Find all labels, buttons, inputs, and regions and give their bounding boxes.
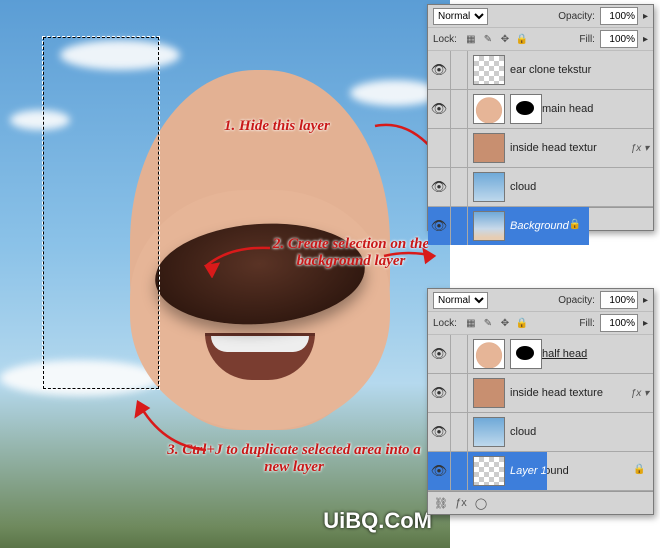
layer-row[interactable]: 👁 cloud bbox=[428, 168, 653, 207]
layer-name[interactable]: cloud bbox=[510, 426, 653, 438]
visibility-toggle[interactable]: 👁 bbox=[428, 51, 451, 89]
layer-name[interactable]: ear clone tekstur bbox=[510, 64, 653, 76]
visibility-toggle[interactable]: 👁 bbox=[428, 413, 451, 451]
lock-paint-icon: ✎ bbox=[481, 316, 495, 330]
layer-name[interactable]: Background bbox=[510, 220, 569, 232]
layers-panel-2: Normal Opacity: ▸ Lock: ▦✎✥🔒 Fill: ▸ 👁ha… bbox=[427, 288, 654, 515]
layer-thumbnail bbox=[473, 417, 505, 447]
dropdown-icon[interactable]: ▸ bbox=[643, 34, 648, 45]
layer-row[interactable]: inside head textur ƒx ▾ bbox=[428, 129, 653, 168]
layer-name[interactable]: Layer 1 bbox=[510, 465, 547, 477]
arrow-3 bbox=[130, 394, 220, 460]
layer-row[interactable]: 👁 ear clone tekstur bbox=[428, 51, 653, 90]
layer-name[interactable]: inside head texture bbox=[510, 387, 627, 399]
arrow-2l bbox=[200, 238, 280, 278]
blend-mode-select[interactable]: Normal bbox=[433, 292, 488, 309]
layer-thumbnail bbox=[473, 133, 505, 163]
image-canvas: 1. Hide this layer 2. Create selection o… bbox=[0, 0, 450, 548]
fx-indicator[interactable]: ƒx ▾ bbox=[631, 388, 649, 399]
blend-mode-select[interactable]: Normal bbox=[433, 8, 488, 25]
layer-thumbnail bbox=[473, 55, 505, 85]
layer-row[interactable]: 👁 Layer 1 bbox=[428, 452, 547, 490]
lock-icon: 🔒 bbox=[633, 464, 647, 478]
layer-row[interactable]: 👁 main head bbox=[428, 90, 653, 129]
opacity-input[interactable] bbox=[600, 7, 638, 25]
annotation-1: 1. Hide this layer bbox=[224, 118, 330, 135]
visibility-toggle[interactable]: 👁 bbox=[428, 168, 451, 206]
lock-icon: 🔒 bbox=[569, 219, 583, 233]
layer-row[interactable]: 👁 Background🔒 bbox=[428, 207, 589, 245]
layer-name[interactable]: inside head textur bbox=[510, 142, 627, 154]
dropdown-icon[interactable]: ▸ bbox=[643, 295, 648, 306]
layer-thumbnail bbox=[473, 94, 505, 124]
layer-row[interactable]: 👁 cloud bbox=[428, 413, 653, 452]
dropdown-icon[interactable]: ▸ bbox=[643, 318, 648, 329]
link-icon[interactable]: ⛓ bbox=[434, 497, 448, 510]
dropdown-icon[interactable]: ▸ bbox=[643, 11, 648, 22]
fill-input[interactable] bbox=[600, 30, 638, 48]
layer-thumbnail bbox=[473, 211, 505, 241]
layer-row[interactable]: 👁 half head bbox=[428, 335, 653, 374]
lock-all-icon: 🔒 bbox=[515, 316, 529, 330]
layer-thumbnail bbox=[473, 456, 505, 486]
panel-footer: ⛓ ƒx ◯ bbox=[428, 491, 653, 514]
layer-name[interactable]: main head bbox=[542, 103, 653, 115]
fx-icon[interactable]: ƒx bbox=[454, 497, 468, 509]
mask-icon[interactable]: ◯ bbox=[474, 497, 488, 510]
lock-transparency-icon: ▦ bbox=[464, 32, 478, 46]
layer-thumbnail bbox=[473, 172, 505, 202]
watermark: UiBQ.CoM bbox=[323, 508, 432, 534]
layer-name[interactable]: half head bbox=[542, 348, 653, 360]
lock-label: Lock: bbox=[433, 34, 457, 45]
layer-mask-thumbnail bbox=[510, 339, 542, 369]
fill-label: Fill: bbox=[579, 34, 595, 45]
lock-move-icon: ✥ bbox=[498, 32, 512, 46]
visibility-toggle[interactable]: 👁 bbox=[428, 452, 451, 490]
opacity-label: Opacity: bbox=[558, 295, 595, 306]
lock-buttons[interactable]: ▦✎✥🔒 bbox=[464, 32, 529, 46]
layer-name[interactable]: cloud bbox=[510, 181, 653, 193]
visibility-toggle[interactable]: 👁 bbox=[428, 335, 451, 373]
lock-transparency-icon: ▦ bbox=[464, 316, 478, 330]
fx-indicator[interactable]: ƒx ▾ bbox=[631, 143, 649, 154]
opacity-label: Opacity: bbox=[558, 11, 595, 22]
visibility-toggle[interactable]: 👁 bbox=[428, 90, 451, 128]
visibility-toggle[interactable]: 👁 bbox=[428, 374, 451, 412]
fill-label: Fill: bbox=[579, 318, 595, 329]
layer-thumbnail bbox=[473, 339, 505, 369]
lock-buttons[interactable]: ▦✎✥🔒 bbox=[464, 316, 529, 330]
lock-paint-icon: ✎ bbox=[481, 32, 495, 46]
lock-all-icon: 🔒 bbox=[515, 32, 529, 46]
fill-input[interactable] bbox=[600, 314, 638, 332]
visibility-toggle[interactable] bbox=[428, 129, 451, 167]
marquee-selection[interactable] bbox=[43, 37, 159, 389]
lock-label: Lock: bbox=[433, 318, 457, 329]
visibility-toggle[interactable]: 👁 bbox=[428, 207, 451, 245]
layer-thumbnail bbox=[473, 378, 505, 408]
lock-move-icon: ✥ bbox=[498, 316, 512, 330]
layer-mask-thumbnail bbox=[510, 94, 542, 124]
layers-panel-1: Normal Opacity: ▸ Lock: ▦✎✥🔒 Fill: ▸ 👁ea… bbox=[427, 4, 654, 231]
arrow-2r bbox=[380, 244, 440, 274]
layer-row[interactable]: 👁 inside head texture ƒx ▾ bbox=[428, 374, 653, 413]
opacity-input[interactable] bbox=[600, 291, 638, 309]
